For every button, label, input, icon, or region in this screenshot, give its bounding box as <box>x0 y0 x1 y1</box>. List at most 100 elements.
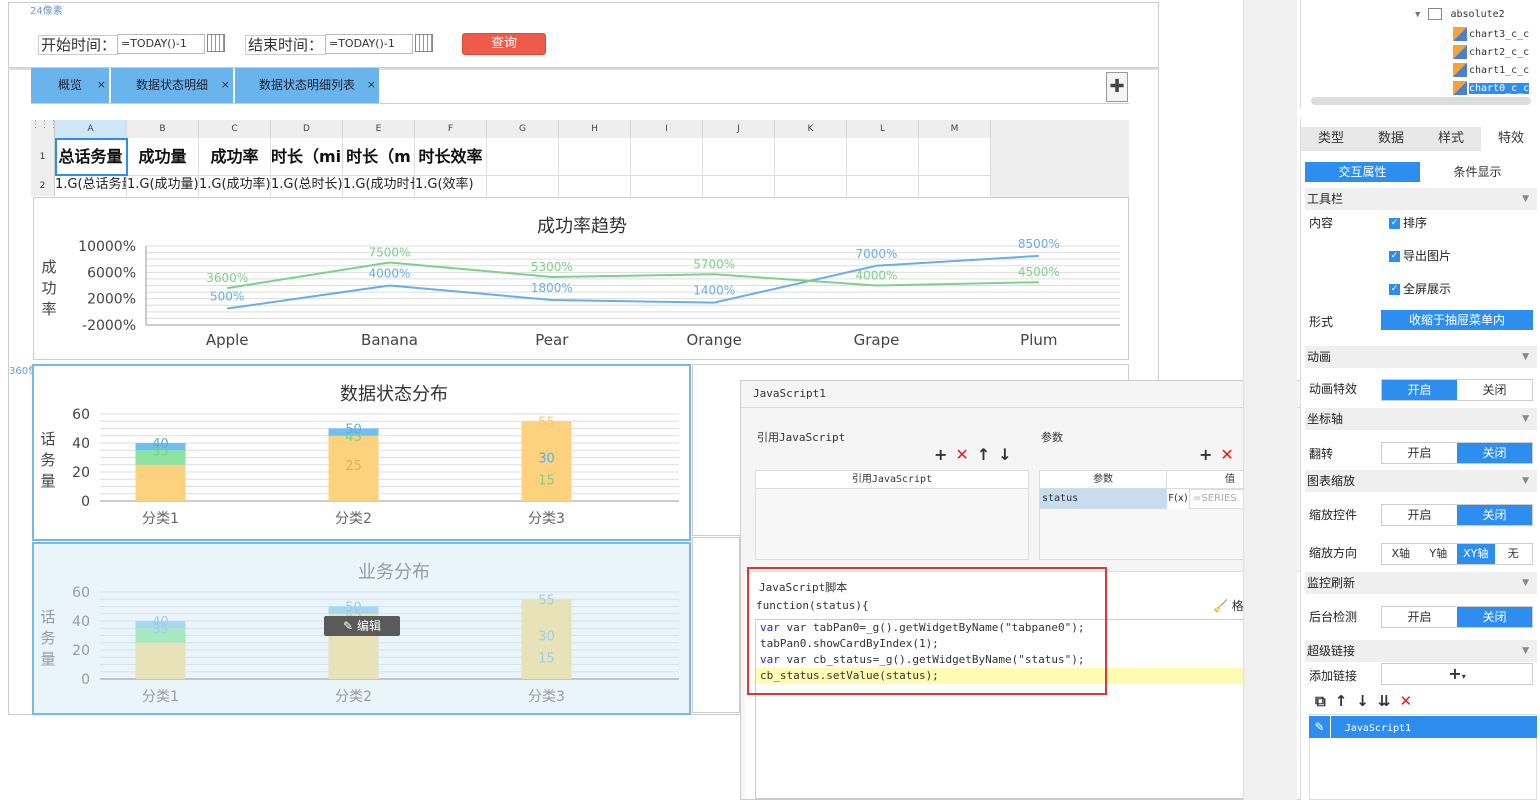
tree-item-chart2[interactable]: chart2_c_c <box>1453 44 1529 62</box>
tree-scrollbar[interactable] <box>1311 97 1531 105</box>
tab-type[interactable]: 类型 <box>1301 127 1361 151</box>
formula-icon[interactable]: F(x) <box>1167 489 1189 509</box>
sheet-cell[interactable]: 时长（m <box>343 138 415 176</box>
row-header-1[interactable]: 1 <box>31 138 55 176</box>
sheet-cell[interactable] <box>487 138 559 176</box>
arrow-down-icon[interactable]: ↓ <box>998 445 1019 464</box>
sheet-cell[interactable] <box>775 138 847 176</box>
column-header[interactable]: F <box>415 120 487 138</box>
add-link-button[interactable]: +▾ <box>1381 663 1533 685</box>
toggle-on[interactable]: 开启 <box>1382 443 1457 463</box>
section-monitor[interactable]: 监控刷新 ▼ <box>1305 572 1537 594</box>
start-time-input[interactable]: =TODAY()-1 <box>117 34 205 54</box>
selected-cell[interactable] <box>55 138 128 176</box>
add-tab-button[interactable]: ✚ <box>1106 72 1128 102</box>
delete-icon[interactable]: ✕ <box>955 445 976 464</box>
sheet-cell[interactable] <box>631 176 703 196</box>
zoom-dir-none[interactable]: 无 <box>1494 544 1532 564</box>
column-header[interactable]: C <box>199 120 271 138</box>
zoom-ctrl-toggle[interactable]: 开启 关闭 <box>1381 504 1533 526</box>
line-chart-widget[interactable]: 成功率趋势成功率 10000% 6000% 2000% -2000% Apple Banan… <box>33 197 1129 360</box>
toggle-off[interactable]: 关闭 <box>1457 443 1532 463</box>
sheet-cell[interactable]: 成功率 <box>199 138 271 176</box>
zoom-dir-toggle[interactable]: X轴 Y轴 XY轴 无 <box>1381 543 1533 565</box>
tab-detail-list[interactable]: 数据状态明细列表 × <box>235 68 380 103</box>
section-zoom[interactable]: 图表缩放 ▼ <box>1305 470 1537 492</box>
close-icon[interactable]: × <box>221 68 230 102</box>
toggle-on[interactable]: 开启 <box>1382 505 1457 525</box>
tree-item-absolute2[interactable]: ▼ absolute2 <box>1415 6 1505 24</box>
sheet-cell[interactable]: 1.G(总时长) <box>271 176 343 196</box>
bg-check-toggle[interactable]: 开启 关闭 <box>1381 606 1533 628</box>
tree-item-chart1[interactable]: chart1_c_c <box>1453 62 1529 80</box>
move-bottom-icon[interactable]: ⇊ <box>1378 692 1400 710</box>
toggle-on[interactable]: 开启 <box>1382 607 1457 627</box>
tab-effects[interactable]: 特效 <box>1481 127 1540 151</box>
close-icon[interactable]: × <box>97 68 106 102</box>
toggle-on[interactable]: 开启 <box>1382 380 1457 400</box>
section-animation[interactable]: 动画 ▼ <box>1305 346 1537 368</box>
zoom-dir-x[interactable]: X轴 <box>1382 544 1420 564</box>
status-bar-chart-widget[interactable]: 数据状态分布话务量 60 40 20 0 分类1 分类2 分类3 35 40 25 45 50 15 30 5… <box>32 364 691 541</box>
sheet-cell[interactable] <box>847 138 919 176</box>
column-header[interactable]: D <box>271 120 343 138</box>
column-header[interactable]: L <box>847 120 919 138</box>
column-header[interactable]: H <box>559 120 631 138</box>
sheet-cell[interactable] <box>559 176 631 196</box>
toggle-off[interactable]: 关闭 <box>1457 607 1532 627</box>
sheet-cell[interactable]: 1.G(总话务量) <box>55 176 127 196</box>
close-icon[interactable]: × <box>367 68 376 102</box>
check-export-image[interactable]: ✓ 导出图片 <box>1389 247 1451 264</box>
calendar-icon[interactable] <box>415 34 433 52</box>
sheet-cell[interactable]: 1.G(成功时长) <box>343 176 415 196</box>
flip-toggle[interactable]: 开启 关闭 <box>1381 442 1533 464</box>
link-list-item[interactable]: ✎ JavaScript1 <box>1309 716 1537 738</box>
param-name-cell[interactable]: status <box>1040 489 1167 509</box>
anim-toggle[interactable]: 开启 关闭 <box>1381 379 1533 401</box>
sheet-cell[interactable] <box>703 138 775 176</box>
toggle-off[interactable]: 关闭 <box>1457 380 1532 400</box>
sheet-cell[interactable]: 成功量 <box>127 138 199 176</box>
subtab-interaction[interactable]: 交互属性 <box>1305 162 1420 182</box>
row-header-2[interactable]: 2 <box>31 176 55 196</box>
column-header[interactable]: B <box>127 120 199 138</box>
copy-icon[interactable]: ⧉ <box>1315 692 1335 710</box>
tab-overview[interactable]: 概览 × <box>31 68 110 103</box>
arrow-up-icon[interactable]: ↑ <box>977 445 998 464</box>
arrow-up-icon[interactable]: ↑ <box>1335 692 1357 710</box>
form-select[interactable]: 收缩于抽屉菜单内 <box>1381 310 1533 330</box>
section-toolbar[interactable]: 工具栏 ▼ <box>1305 188 1537 210</box>
delete-icon[interactable]: ✕ <box>1220 445 1241 464</box>
query-button[interactable]: 查询 <box>462 33 546 55</box>
sheet-cell[interactable]: 时长（min） <box>271 138 343 176</box>
column-header[interactable]: K <box>775 120 847 138</box>
sheet-cell[interactable] <box>775 176 847 196</box>
left-scroll-strip[interactable] <box>1243 0 1257 800</box>
sheet-cell[interactable] <box>919 138 991 176</box>
calendar-icon[interactable] <box>207 34 225 52</box>
arrow-down-icon[interactable]: ↓ <box>1356 692 1378 710</box>
tree-item-chart0[interactable]: chart0_c_c <box>1453 80 1530 98</box>
sheet-cell[interactable] <box>559 138 631 176</box>
sheet-cell[interactable] <box>703 176 775 196</box>
tab-detail[interactable]: 数据状态明细 × <box>111 68 234 103</box>
sheet-cell[interactable]: 1.G(效率) <box>415 176 487 196</box>
sheet-cell[interactable]: 1.G(成功率) <box>199 176 271 196</box>
column-header[interactable]: J <box>703 120 775 138</box>
add-icon[interactable]: + <box>934 445 955 464</box>
end-time-input[interactable]: =TODAY()-1 <box>325 34 413 54</box>
sheet-corner[interactable]: ⋮⋮⋮ <box>31 120 58 138</box>
column-header[interactable]: E <box>343 120 415 138</box>
sheet-cell[interactable] <box>631 138 703 176</box>
sheet-cell[interactable] <box>847 176 919 196</box>
toggle-off[interactable]: 关闭 <box>1457 505 1532 525</box>
zoom-dir-y[interactable]: Y轴 <box>1419 544 1457 564</box>
tree-item-chart3[interactable]: chart3_c_c <box>1453 26 1529 44</box>
tab-data[interactable]: 数据 <box>1361 127 1421 151</box>
sheet-cell[interactable]: 时长效率 <box>415 138 487 176</box>
check-sort[interactable]: ✓ 排序 <box>1389 214 1427 231</box>
sheet-cell[interactable] <box>919 176 991 196</box>
subtab-condition[interactable]: 条件显示 <box>1420 162 1535 182</box>
column-header[interactable]: M <box>919 120 991 138</box>
tab-style[interactable]: 样式 <box>1421 127 1481 151</box>
